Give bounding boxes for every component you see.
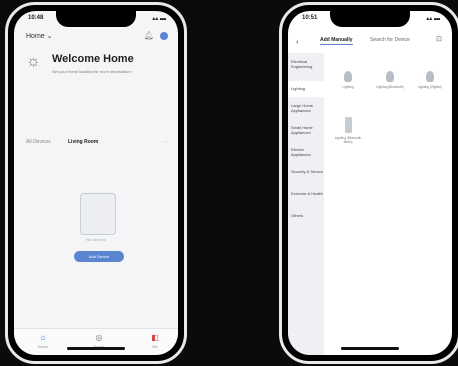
category-others[interactable]: Others [291,213,323,218]
phone-left: 10:48 ▴▴ ▬ Home ⌄ 🔔︎ ☼ Welcome Home Set … [5,2,187,364]
home-indicator [67,347,125,350]
category-small-appliances[interactable]: Small Home Appliances [291,125,323,135]
nav-me-label: Me [152,344,158,349]
device-tile[interactable]: Lighting (Bluetooth) [376,71,404,89]
add-device-button[interactable]: Add Device [74,251,124,262]
bulb-icon [344,71,352,82]
location-hint[interactable]: Set your home location for more informat… [52,69,132,74]
tab-living-room[interactable]: Living Room [68,139,98,145]
category-exercise[interactable]: Exercise & Health [291,191,323,196]
category-security[interactable]: Security & Sensor [291,169,323,174]
device-tile[interactable]: Lighting (Bluetooth Mesh) [334,117,362,144]
back-icon[interactable]: ‹ [296,37,299,46]
device-tile[interactable]: Lighting [334,71,362,89]
device-label: Lighting [342,85,354,89]
tab-add-manually[interactable]: Add Manually [320,37,353,45]
category-sidebar: Electrical Engineering Lighting Large Ho… [288,53,324,355]
category-lighting[interactable]: Lighting [288,81,324,97]
tab-search-device[interactable]: Search for Device [370,37,410,43]
bulb-icon [386,71,394,82]
status-icons: ▴▴ ▬ [426,16,440,22]
nav-home-label: Home [37,344,49,349]
nav-home[interactable]: ⌂ Home [28,333,58,349]
nav-me[interactable]: ◧ Me [140,333,170,349]
home-selector[interactable]: Home ⌄ [26,32,52,40]
device-label: Lighting (Bluetooth) [376,85,404,89]
sun-icon: ☼ [26,53,41,70]
bottom-nav: ⌂ Home ◎ Smart ◧ Me [14,328,178,355]
notch [56,11,136,27]
status-icons: ▴▴ ▬ [152,16,166,22]
category-kitchen[interactable]: Kitchen Appliances [291,147,323,157]
status-time: 10:48 [28,15,44,21]
phone-right: 10:51 ▴▴ ▬ ‹ Add Manually Search for Dev… [279,2,458,364]
device-tile[interactable]: Lighting (ZigBee) [416,71,444,89]
category-large-appliances[interactable]: Large Home Appliances [291,103,323,113]
add-icon[interactable] [160,32,168,40]
home-screen: 10:48 ▴▴ ▬ Home ⌄ 🔔︎ ☼ Welcome Home Set … [14,11,178,355]
page-title: Welcome Home [52,53,134,65]
category-electrical[interactable]: Electrical Engineering [291,59,323,69]
scene-icon: ◎ [95,333,103,342]
device-label: Lighting (Bluetooth Mesh) [334,136,362,144]
bell-icon[interactable]: 🔔︎ [144,31,154,40]
scan-icon[interactable]: ⊡ [436,35,442,43]
me-icon: ◧ [151,333,159,342]
status-time: 10:51 [302,15,318,21]
home-indicator [341,347,399,350]
home-icon: ⌂ [40,333,46,342]
empty-state-text: No devices [86,237,106,242]
light-strip-icon [344,117,352,133]
empty-document-icon [80,193,116,235]
more-icon[interactable]: ··· [163,139,168,145]
add-device-screen: 10:51 ▴▴ ▬ ‹ Add Manually Search for Dev… [288,11,452,355]
device-label: Lighting (ZigBee) [417,85,443,89]
bulb-icon [426,71,434,82]
tab-all-devices[interactable]: All Devices [26,139,51,145]
notch [330,11,410,27]
